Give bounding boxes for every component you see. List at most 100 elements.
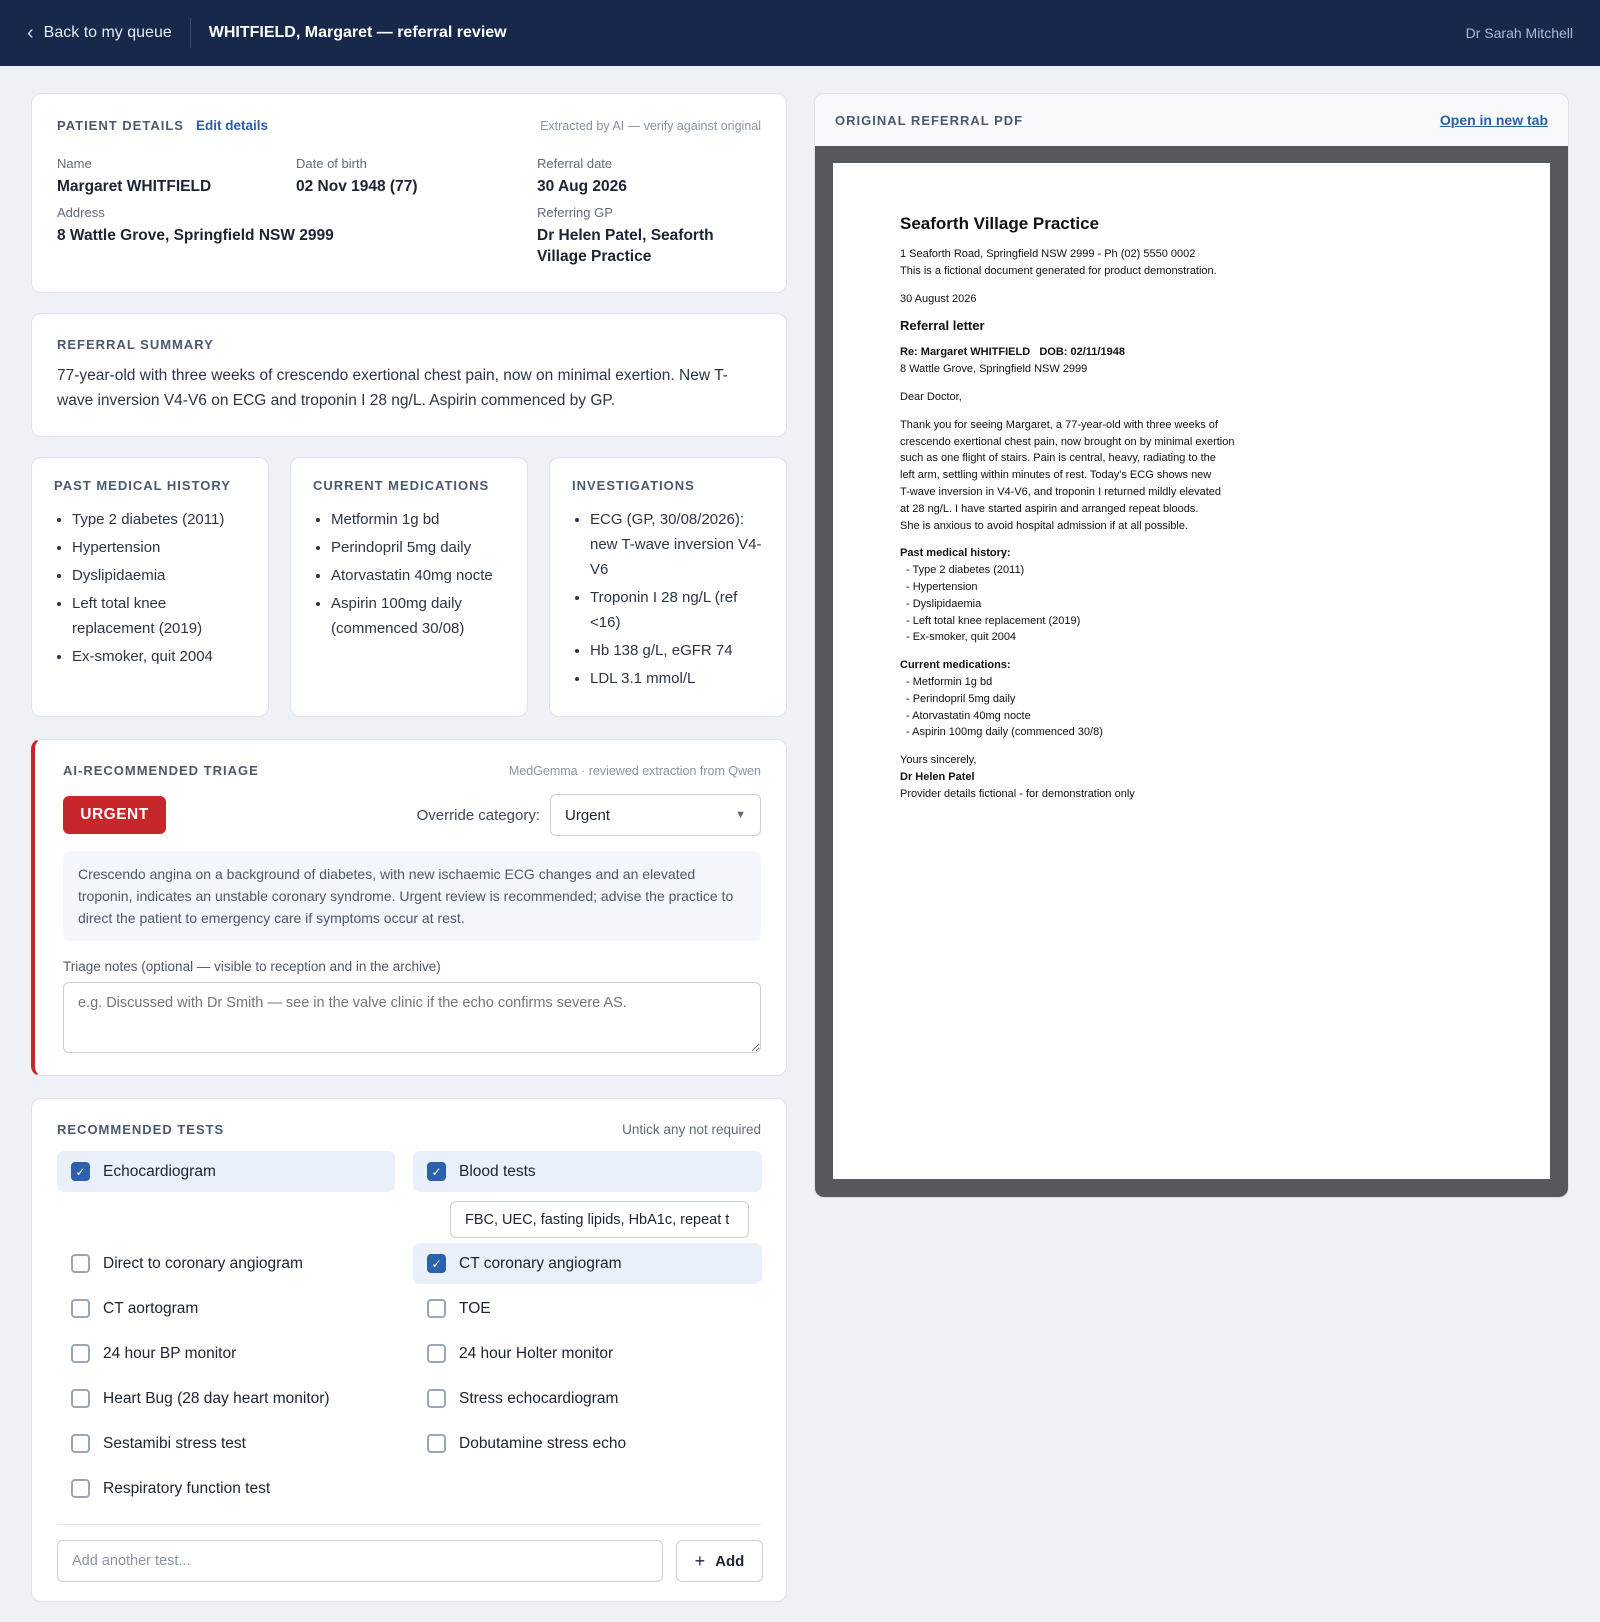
- back-label: Back to my queue: [43, 24, 172, 41]
- list-item: Hypertension: [72, 535, 246, 560]
- chevron-down-icon: ▼: [735, 809, 746, 821]
- checkbox-icon: [427, 1389, 446, 1408]
- test-label: CT aortogram: [103, 1299, 199, 1317]
- checkbox-icon: [71, 1344, 90, 1363]
- test-label: Dobutamine stress echo: [459, 1434, 627, 1452]
- current-user: Dr Sarah Mitchell: [1465, 25, 1573, 41]
- list-item: ECG (GP, 30/08/2026): new T-wave inversi…: [590, 507, 764, 582]
- pdf-pmh-heading: Past medical history:: [900, 547, 1011, 560]
- checkbox-icon: [427, 1344, 446, 1363]
- pdf-body-line: Thank you for seeing Margaret, a 77-year…: [900, 418, 1218, 431]
- top-bar: ‹ Back to my queue WHITFIELD, Margaret —…: [0, 0, 1600, 66]
- test-label: Heart Bug (28 day heart monitor): [103, 1389, 330, 1407]
- list-item: Atorvastatin 40mg nocte: [331, 563, 505, 588]
- test-checkbox-toe[interactable]: TOE: [413, 1288, 762, 1329]
- address-value: 8 Wattle Grove, Springfield NSW 2999: [57, 227, 334, 244]
- test-checkbox-ct-aortogram[interactable]: CT aortogram: [57, 1288, 395, 1329]
- plus-icon: +: [694, 1550, 706, 1571]
- pdf-med-item: - Aspirin 100mg daily (commenced 30/8): [906, 726, 1103, 739]
- patient-details-label: PATIENT DETAILS: [57, 118, 184, 133]
- chevron-left-icon: ‹: [27, 22, 34, 44]
- test-label: Sestamibi stress test: [103, 1434, 246, 1452]
- open-in-new-tab-link[interactable]: Open in new tab: [1440, 112, 1548, 128]
- pdf-footer-note: Provider details fictional - for demonst…: [900, 787, 1135, 800]
- test-label: Direct to coronary angiogram: [103, 1254, 303, 1272]
- header-divider: [189, 18, 191, 48]
- referring-gp-label: Referring GP: [537, 205, 613, 220]
- checkbox-icon: [71, 1434, 90, 1453]
- test-label: Stress echocardiogram: [459, 1389, 619, 1407]
- edit-details-link[interactable]: Edit details: [196, 118, 268, 133]
- list-item: Dyslipidaemia: [72, 563, 246, 588]
- test-checkbox-heart-bug[interactable]: Heart Bug (28 day heart monitor): [57, 1378, 395, 1419]
- add-test-button[interactable]: + Add: [676, 1540, 763, 1582]
- pdf-signatory: Dr Helen Patel: [900, 770, 975, 783]
- pdf-pmh-item: - Ex-smoker, quit 2004: [906, 631, 1017, 644]
- clinical-columns: PAST MEDICAL HISTORY Type 2 diabetes (20…: [31, 457, 787, 717]
- pdf-practice-name: Seaforth Village Practice: [900, 214, 1100, 233]
- override-category-select[interactable]: Urgent ▼: [550, 794, 761, 836]
- list-item: Metformin 1g bd: [331, 507, 505, 532]
- list-item: Aspirin 100mg daily (commenced 30/08): [331, 591, 505, 641]
- pdf-med-item: - Atorvastatin 40mg nocte: [906, 709, 1031, 722]
- triage-notes-input[interactable]: [63, 982, 761, 1053]
- test-checkbox-echocardiogram[interactable]: ✓ Echocardiogram: [57, 1151, 395, 1192]
- pdf-patient-address: 8 Wattle Grove, Springfield NSW 2999: [900, 363, 1088, 376]
- test-checkbox-dobutamine-stress-echo[interactable]: Dobutamine stress echo: [413, 1423, 762, 1464]
- triage-notes-label: Triage notes (optional — visible to rece…: [63, 959, 441, 974]
- checkbox-icon: [71, 1389, 90, 1408]
- override-category-label: Override category:: [416, 806, 540, 824]
- triage-model-note: MedGemma · reviewed extraction from Qwen: [508, 763, 761, 778]
- test-checkbox-direct-coronary-angiogram[interactable]: Direct to coronary angiogram: [57, 1243, 395, 1284]
- recommended-tests-card: RECOMMENDED TESTS Untick any not require…: [31, 1098, 787, 1602]
- name-value: Margaret WHITFIELD: [57, 178, 212, 195]
- meds-list: Metformin 1g bd Perindopril 5mg daily At…: [313, 507, 505, 641]
- pdf-viewer[interactable]: Seaforth Village Practice 1 Seaforth Roa…: [815, 146, 1568, 1197]
- list-item: Troponin I 28 ng/L (ref <16): [590, 585, 764, 635]
- ai-triage-card: AI-RECOMMENDED TRIAGE MedGemma · reviewe…: [31, 739, 787, 1076]
- pdf-pmh-item: - Left total knee replacement (2019): [906, 614, 1081, 627]
- test-label: Blood tests: [459, 1162, 536, 1180]
- test-label: Echocardiogram: [103, 1162, 216, 1180]
- test-checkbox-stress-echocardiogram[interactable]: Stress echocardiogram: [413, 1378, 762, 1419]
- right-column: ORIGINAL REFERRAL PDF Open in new tab Se…: [814, 93, 1569, 1198]
- checkbox-checked-icon: ✓: [71, 1162, 90, 1181]
- recommended-tests-label: RECOMMENDED TESTS: [57, 1122, 225, 1137]
- list-item: Hb 138 g/L, eGFR 74: [590, 638, 764, 663]
- pdf-pmh-item: - Hypertension: [906, 580, 978, 593]
- blood-tests-detail-input[interactable]: FBC, UEC, fasting lipids, HbA1c, repeat …: [450, 1201, 749, 1238]
- checkbox-icon: [71, 1479, 90, 1498]
- back-to-queue-link[interactable]: ‹ Back to my queue: [27, 22, 172, 44]
- list-item: Ex-smoker, quit 2004: [72, 644, 246, 669]
- pdf-page: Seaforth Village Practice 1 Seaforth Roa…: [833, 163, 1550, 1179]
- original-referral-pdf-card: ORIGINAL REFERRAL PDF Open in new tab Se…: [814, 93, 1569, 1198]
- list-item: LDL 3.1 mmol/L: [590, 666, 764, 691]
- current-medications-card: CURRENT MEDICATIONS Metformin 1g bd Peri…: [290, 457, 528, 717]
- test-checkbox-24h-holter-monitor[interactable]: 24 hour Holter monitor: [413, 1333, 762, 1374]
- add-test-input[interactable]: Add another test...: [57, 1540, 663, 1582]
- pdf-date: 30 August 2026: [900, 292, 977, 305]
- test-checkbox-blood-tests[interactable]: ✓ Blood tests: [413, 1151, 762, 1192]
- pdf-pmh-item: - Dyslipidaemia: [906, 597, 982, 610]
- investigations-list: ECG (GP, 30/08/2026): new T-wave inversi…: [572, 507, 764, 691]
- test-checkbox-respiratory-function[interactable]: Respiratory function test: [57, 1468, 395, 1509]
- pdf-meds-heading: Current medications:: [900, 659, 1011, 672]
- referral-date-field: Referral date 30 Aug 2026: [537, 156, 627, 197]
- pdf-body-line: crescendo exertional chest pain, now bro…: [900, 435, 1235, 448]
- pdf-med-item: - Metformin 1g bd: [906, 675, 993, 688]
- name-field: Name Margaret WHITFIELD: [57, 156, 211, 197]
- checkbox-checked-icon: ✓: [427, 1162, 446, 1181]
- pdf-pmh-item: - Type 2 diabetes (2011): [906, 564, 1025, 577]
- patient-details-card: PATIENT DETAILS Edit details Extracted b…: [31, 93, 787, 293]
- test-checkbox-sestamibi[interactable]: Sestamibi stress test: [57, 1423, 395, 1464]
- list-item: Type 2 diabetes (2011): [72, 507, 246, 532]
- untick-hint: Untick any not required: [622, 1122, 761, 1137]
- list-item: Perindopril 5mg daily: [331, 535, 505, 560]
- referring-gp-field: Referring GP Dr Helen Patel, Seaforth Vi…: [537, 205, 767, 267]
- dob-field: Date of birth 02 Nov 1948 (77): [296, 156, 418, 197]
- test-checkbox-24h-bp-monitor[interactable]: 24 hour BP monitor: [57, 1333, 395, 1374]
- pdf-body-line: left arm, settling within minutes of res…: [900, 469, 1212, 482]
- ai-extraction-note: Extracted by AI — verify against origina…: [540, 118, 761, 133]
- test-checkbox-ct-coronary-angiogram[interactable]: ✓ CT coronary angiogram: [413, 1243, 762, 1284]
- pdf-salutation: Dear Doctor,: [900, 390, 962, 403]
